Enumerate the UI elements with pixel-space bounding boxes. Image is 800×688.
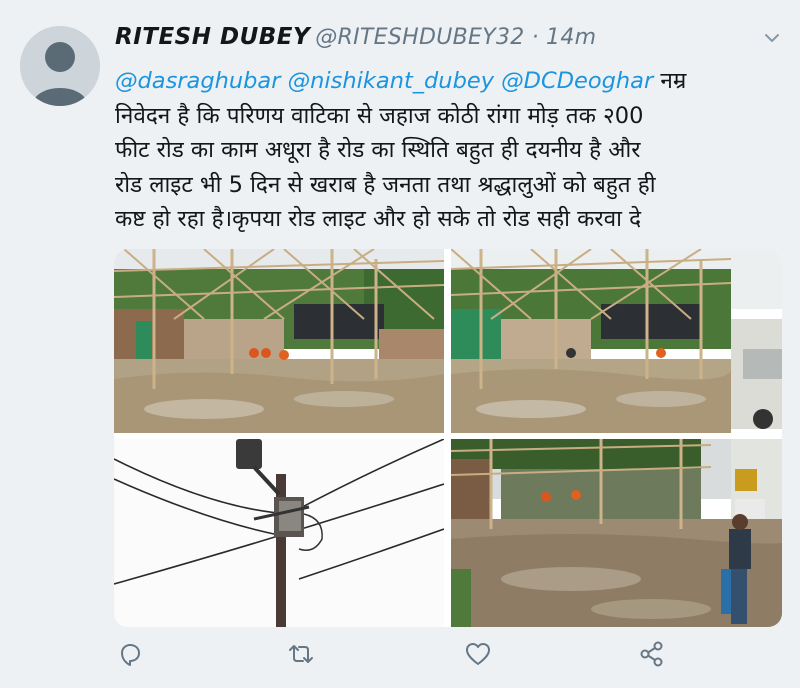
- tweet-text: @dasraghubar @nishikant_dubey @DCDeoghar…: [115, 64, 775, 237]
- default-avatar-icon: [20, 26, 100, 106]
- media-photo-3[interactable]: [114, 439, 444, 627]
- reply-icon: [121, 644, 140, 666]
- tweet-line-1: @dasraghubar @nishikant_dubey @DCDeoghar…: [115, 64, 775, 99]
- tweet-line-4: रोड लाइट भी 5 दिन से खराब है जनता तथा श्…: [115, 171, 656, 198]
- retweet-icon: [289, 645, 313, 663]
- mention-link[interactable]: @nishikant_dubey: [288, 68, 494, 94]
- chevron-down-icon[interactable]: [762, 28, 782, 48]
- tweet-header: RITESH DUBEY @RITESHDUBEY32 · 14m: [115, 24, 596, 60]
- share-icon: [640, 641, 663, 667]
- separator-dot: ·: [531, 25, 539, 50]
- tweet-timestamp[interactable]: 14m: [546, 25, 596, 50]
- share-button[interactable]: [638, 640, 668, 670]
- media-photo-4[interactable]: [451, 439, 782, 627]
- like-button[interactable]: [464, 640, 494, 670]
- tweet-line-2: निवेदन है कि परिणय वाटिका से जहाज कोठी र…: [115, 102, 644, 129]
- tweet-line-5: कष्ट हो रहा है।कृपया रोड लाइट और हो सके …: [115, 206, 642, 232]
- tweet-card[interactable]: RITESH DUBEY @RITESHDUBEY32 · 14m @dasra…: [0, 0, 800, 688]
- tweet-text-fragment: नम्र: [660, 68, 687, 94]
- display-name[interactable]: RITESH DUBEY: [115, 24, 310, 50]
- avatar[interactable]: [20, 26, 100, 106]
- user-handle[interactable]: @RITESHDUBEY32: [315, 25, 524, 50]
- tweet-actions: [114, 640, 674, 672]
- retweet-button[interactable]: [286, 640, 316, 670]
- media-photo-2[interactable]: [451, 249, 782, 433]
- media-photo-1[interactable]: [114, 249, 444, 433]
- mention-link[interactable]: @dasraghubar: [115, 68, 280, 94]
- tweet-line-3: फीट रोड का काम अधूरा है रोड का स्थिति बह…: [115, 137, 641, 163]
- media-grid: [114, 249, 782, 627]
- mention-link[interactable]: @DCDeoghar: [501, 68, 653, 94]
- heart-icon: [466, 643, 490, 665]
- reply-button[interactable]: [116, 640, 146, 670]
